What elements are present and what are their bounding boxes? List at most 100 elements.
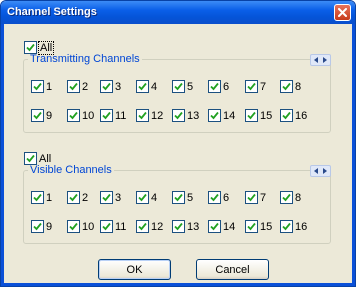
checkmark-icon [69,111,78,120]
transmitting-channel-14-checkbox[interactable]: 14 [208,109,235,122]
visible-channel-7-checkbox[interactable]: 7 [245,191,266,204]
transmitting-channel-11-checkbox[interactable]: 11 [100,109,126,122]
channel-label: 3 [115,191,122,204]
transmitting-channels-title: Transmitting Channels [30,53,140,65]
visible-channel-11-checkbox[interactable]: 11 [100,220,126,233]
checkbox-box [245,220,258,233]
visible-channel-10-checkbox[interactable]: 10 [67,220,94,233]
transmitting-scroll-arrows[interactable] [310,54,331,66]
visible-channel-12-checkbox[interactable]: 12 [136,220,163,233]
checkbox-box [280,80,293,93]
arrow-left-icon[interactable] [313,57,318,63]
visible-scroll-arrows[interactable] [310,165,331,177]
channel-label: 15 [260,109,273,122]
channel-label: 13 [187,220,200,233]
checkbox-box [136,80,149,93]
visible-channel-16-checkbox[interactable]: 16 [280,220,307,233]
checkmark-icon [282,193,291,202]
visible-all-label: All [39,152,52,165]
close-button[interactable] [334,4,351,21]
channel-label: 6 [223,191,230,204]
checkmark-icon [33,222,42,231]
transmitting-channel-9-checkbox[interactable]: 9 [31,109,52,122]
checkmark-icon [174,82,183,91]
checkmark-icon [33,193,42,202]
arrow-left-icon[interactable] [313,168,318,174]
transmitting-channel-12-checkbox[interactable]: 12 [136,109,163,122]
channel-label: 7 [260,191,267,204]
transmitting-channel-15-checkbox[interactable]: 15 [245,109,272,122]
visible-channel-14-checkbox[interactable]: 14 [208,220,235,233]
checkbox-box [208,220,221,233]
visible-channel-5-checkbox[interactable]: 5 [172,191,193,204]
checkmark-icon [102,111,111,120]
checkmark-icon [247,193,256,202]
checkmark-icon [174,111,183,120]
channel-label: 11 [115,109,127,122]
checkbox-box [172,109,185,122]
visible-channel-6-checkbox[interactable]: 6 [208,191,229,204]
checkbox-box [100,109,113,122]
visible-channel-13-checkbox[interactable]: 13 [172,220,199,233]
window-frame-right [352,24,355,286]
checkbox-box [31,220,44,233]
checkmark-icon [247,82,256,91]
checkmark-icon [102,193,111,202]
checkbox-box [172,80,185,93]
channel-label: 9 [46,109,53,122]
transmitting-channel-7-checkbox[interactable]: 7 [245,80,266,93]
checkbox-box [280,220,293,233]
channel-label: 14 [223,220,236,233]
transmitting-channel-5-checkbox[interactable]: 5 [172,80,193,93]
checkmark-icon [69,222,78,231]
checkbox-box [172,220,185,233]
checkmark-icon [210,222,219,231]
channel-label: 2 [82,191,89,204]
checkbox-box [67,80,80,93]
visible-channel-1-checkbox[interactable]: 1 [31,191,52,204]
channel-label: 5 [187,80,194,93]
checkbox-box [31,80,44,93]
checkbox-box [100,191,113,204]
cancel-button[interactable]: Cancel [196,259,269,280]
checkmark-icon [69,82,78,91]
channel-label: 4 [151,80,158,93]
checkmark-icon [247,111,256,120]
visible-channel-15-checkbox[interactable]: 15 [245,220,272,233]
transmitting-channel-4-checkbox[interactable]: 4 [136,80,157,93]
checkmark-icon [138,193,147,202]
visible-channel-2-checkbox[interactable]: 2 [67,191,88,204]
arrow-right-icon[interactable] [323,168,328,174]
checkbox-box [136,220,149,233]
visible-channel-9-checkbox[interactable]: 9 [31,220,52,233]
checkmark-icon [247,222,256,231]
checkbox-box [100,220,113,233]
transmitting-channel-13-checkbox[interactable]: 13 [172,109,199,122]
checkmark-icon [210,82,219,91]
transmitting-channel-1-checkbox[interactable]: 1 [31,80,52,93]
arrow-right-icon[interactable] [323,57,328,63]
transmitting-channel-16-checkbox[interactable]: 16 [280,109,307,122]
transmitting-channel-3-checkbox[interactable]: 3 [100,80,121,93]
visible-channel-8-checkbox[interactable]: 8 [280,191,301,204]
checkmark-icon [210,193,219,202]
transmitting-channel-10-checkbox[interactable]: 10 [67,109,94,122]
checkmark-icon [210,111,219,120]
channel-label: 8 [295,80,302,93]
ok-button[interactable]: OK [98,259,171,280]
transmitting-channel-2-checkbox[interactable]: 2 [67,80,88,93]
visible-channel-3-checkbox[interactable]: 3 [100,191,121,204]
checkbox-box [67,109,80,122]
checkbox-box [136,191,149,204]
channel-label: 6 [223,80,230,93]
checkmark-icon [33,82,42,91]
transmitting-channel-6-checkbox[interactable]: 6 [208,80,229,93]
checkbox-box [31,109,44,122]
checkbox-box [280,191,293,204]
checkbox-box [67,191,80,204]
title-bar[interactable]: Channel Settings [1,1,355,24]
channel-label: 2 [82,80,89,93]
checkmark-icon [138,222,147,231]
visible-channel-4-checkbox[interactable]: 4 [136,191,157,204]
transmitting-channel-8-checkbox[interactable]: 8 [280,80,301,93]
